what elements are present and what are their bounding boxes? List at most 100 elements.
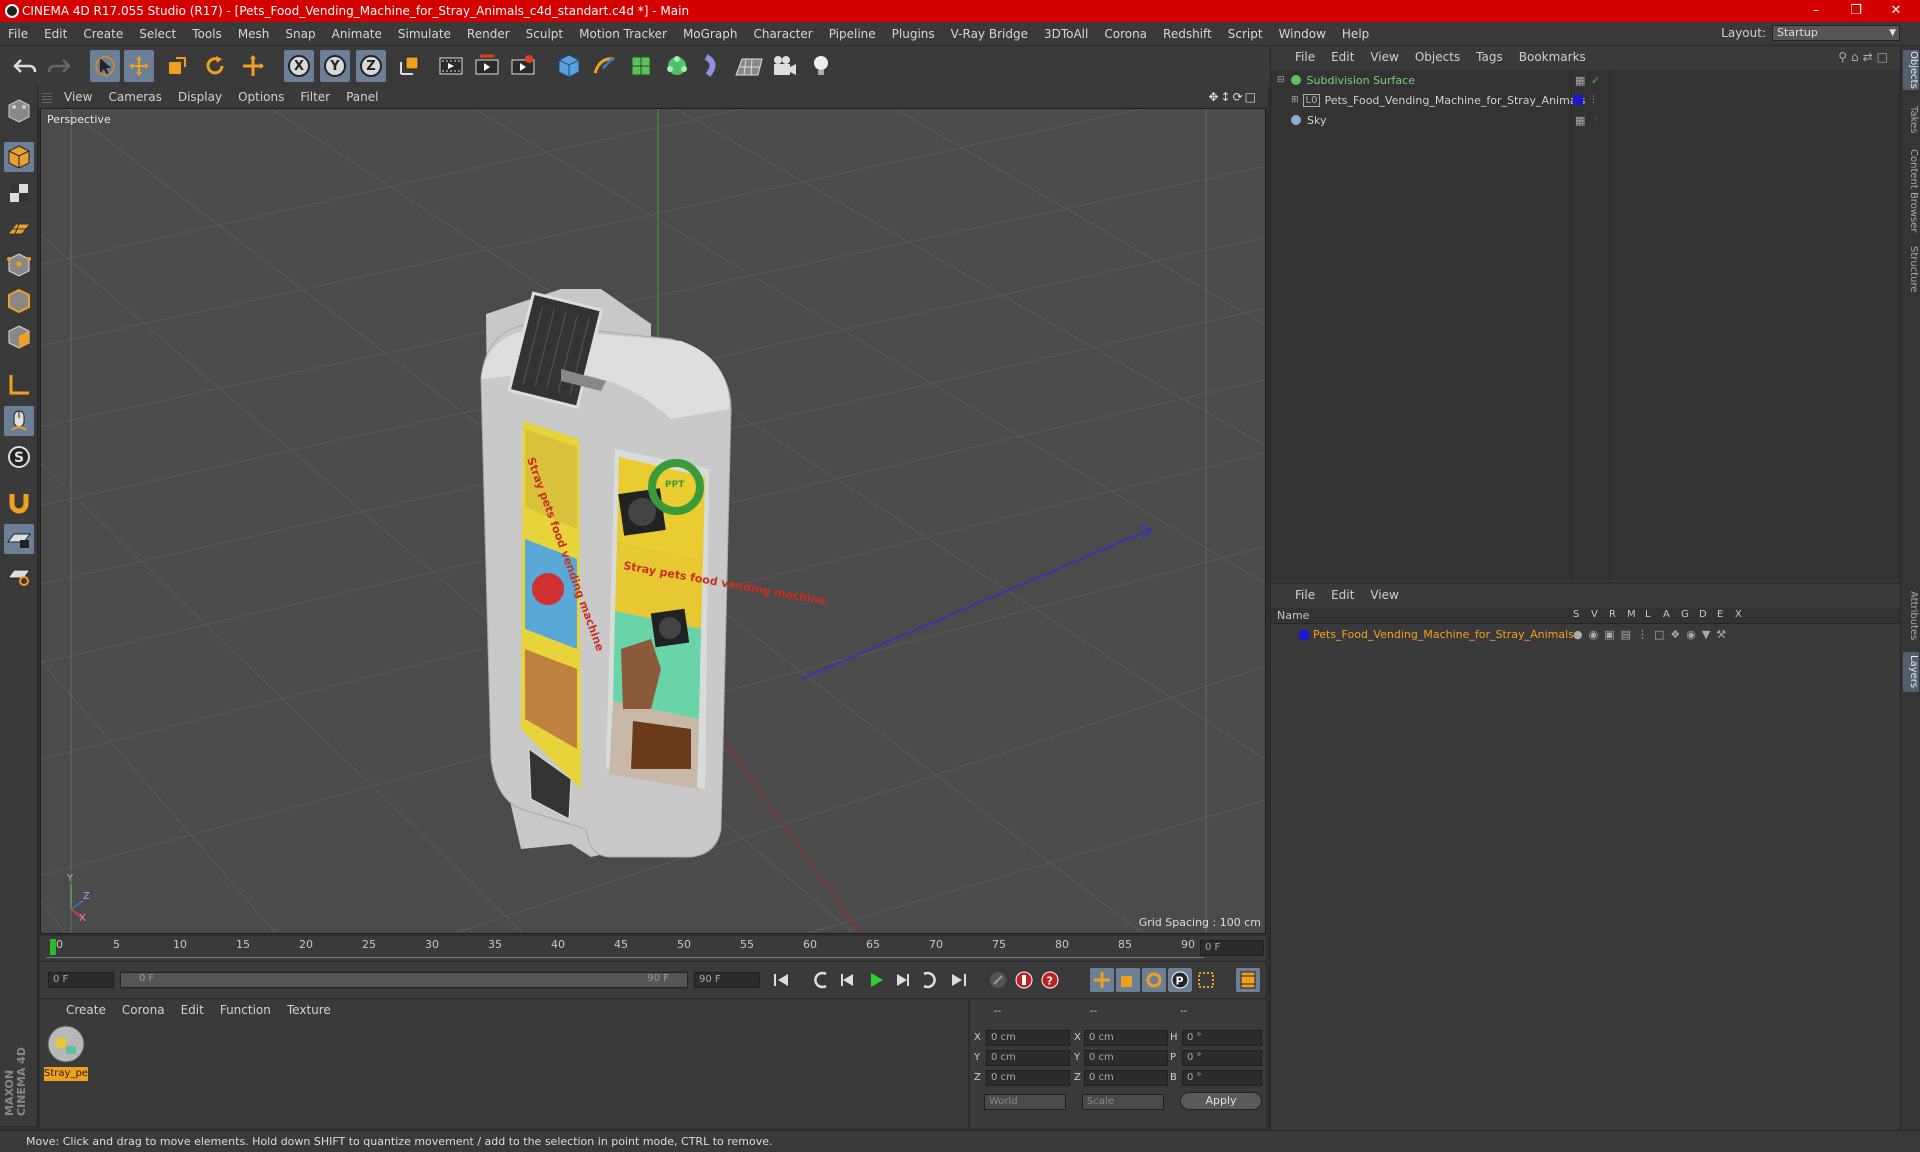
vending-machine-model[interactable]: Stray pets food vending machine Stray pe… [480,289,827,858]
apply-button[interactable]: Apply [1180,1092,1262,1110]
menu-edit[interactable]: Edit [36,27,75,41]
visibility-dots-icon[interactable]: ⋮ [1589,95,1598,105]
pos-z-field[interactable]: 0 cm [986,1070,1070,1086]
planar-workplane-icon[interactable] [4,560,34,590]
menu-character[interactable]: Character [745,27,820,41]
previous-frame-icon[interactable] [836,968,860,992]
undo-icon[interactable] [10,50,40,82]
material-menu-texture[interactable]: Texture [279,1003,339,1017]
subdivision-surface-icon[interactable] [626,50,656,82]
menu-3dtoall[interactable]: 3DToAll [1036,27,1096,41]
layer-flag-icons[interactable]: ●◉▣▤⋮□❖◉▼⚒ [1573,628,1732,641]
menu-file[interactable]: File [0,27,36,41]
timeline-window-icon[interactable] [1236,968,1260,992]
menu-window[interactable]: Window [1271,27,1334,41]
key-rotation-icon[interactable] [1142,968,1166,992]
viewport-nav-icons[interactable]: ✥↕⟳□ [1208,90,1258,104]
y-axis-lock-icon[interactable]: Y [320,50,350,82]
menu-sculpt[interactable]: Sculpt [518,27,571,41]
polygons-mode-icon[interactable] [4,322,34,352]
render-view-icon[interactable] [436,50,466,82]
om-menu-file[interactable]: File [1287,50,1323,64]
menu-pipeline[interactable]: Pipeline [821,27,884,41]
viewport-menu-view[interactable]: View [56,90,100,104]
om-menu-view[interactable]: View [1362,50,1406,64]
model-mode-icon[interactable] [4,142,34,172]
coordinate-system-icon[interactable] [394,50,424,82]
tweak-mode-icon[interactable] [4,406,34,436]
make-editable-icon[interactable] [4,96,34,126]
menu-animate[interactable]: Animate [324,27,390,41]
cloner-icon[interactable] [662,50,692,82]
object-row-subdivision-surface[interactable]: ⊟ Subdivision Surface ▦ ✓ [1273,70,1600,90]
viewport-menu-options[interactable]: Options [230,90,292,104]
layout-select[interactable]: Startup ▼ [1772,25,1900,41]
rot-b-field[interactable]: 0 ° [1182,1070,1262,1086]
material-swatch[interactable]: Stray_pe [44,1024,88,1081]
tab-takes[interactable]: Takes [1903,102,1919,138]
cube-object-icon[interactable] [554,50,584,82]
motion-record-icon[interactable] [986,968,1010,992]
scale-icon[interactable] [162,50,192,82]
key-parameter-icon[interactable]: P [1168,968,1192,992]
deformer-icon[interactable] [698,50,728,82]
viewport-menu-display[interactable]: Display [170,90,230,104]
om-menu-edit[interactable]: Edit [1323,50,1362,64]
record-active-objects-icon[interactable] [1012,968,1036,992]
menu-snap[interactable]: Snap [277,27,323,41]
texture-mode-icon[interactable] [4,178,34,208]
layer-name[interactable]: Pets_Food_Vending_Machine_for_Stray_Anim… [1313,628,1574,641]
menu-mograph[interactable]: MoGraph [675,27,746,41]
tab-attributes[interactable]: Attributes [1903,586,1919,646]
om-menu-bookmarks[interactable]: Bookmarks [1511,50,1594,64]
tab-layers[interactable]: Layers [1903,652,1919,692]
pos-y-field[interactable]: 0 cm [986,1050,1070,1066]
menu-motion-tracker[interactable]: Motion Tracker [571,27,675,41]
render-settings-icon[interactable] [508,50,538,82]
next-keyframe-icon[interactable] [916,968,940,992]
visibility-toggle-icon[interactable]: ▦ [1575,74,1585,87]
key-scale-icon[interactable] [1116,968,1140,992]
om-search-home-icons[interactable]: ⚲⌂⇄□ [1838,50,1892,64]
lm-menu-view[interactable]: View [1362,588,1406,602]
menu-help[interactable]: Help [1334,27,1377,41]
select-arrow-icon[interactable] [90,50,120,82]
snap-icon[interactable]: S [4,442,34,472]
menu-redshift[interactable]: Redshift [1155,27,1220,41]
lm-menu-edit[interactable]: Edit [1323,588,1362,602]
menu-mesh[interactable]: Mesh [230,27,278,41]
spline-pen-icon[interactable] [590,50,620,82]
autokeying-icon[interactable]: ? [1038,968,1062,992]
z-axis-lock-icon[interactable]: Z [356,50,386,82]
rot-p-field[interactable]: 0 ° [1182,1050,1262,1066]
perspective-viewport[interactable]: Stray pets food vending machine Stray pe… [40,108,1266,934]
enabled-check-icon[interactable]: ✓ [1591,74,1600,87]
move-icon[interactable] [124,50,154,82]
render-picture-viewer-icon[interactable] [472,50,502,82]
rot-h-field[interactable]: 0 ° [1182,1030,1262,1046]
floor-grid-icon[interactable] [734,50,764,82]
go-to-end-icon[interactable] [946,968,970,992]
size-mode-select[interactable]: Scale [1082,1094,1164,1110]
camera-icon[interactable] [770,50,800,82]
menu-corona[interactable]: Corona [1096,27,1155,41]
material-menu-corona[interactable]: Corona [114,1003,173,1017]
points-mode-icon[interactable] [4,250,34,280]
x-axis-lock-icon[interactable]: X [284,50,314,82]
workplane-mode-icon[interactable] [4,214,34,244]
tab-objects[interactable]: Objects [1903,50,1919,90]
minimize-button[interactable]: – [1796,0,1836,22]
key-position-icon[interactable] [1090,968,1114,992]
visibility-toggle-icon[interactable]: ▦ [1575,114,1585,127]
end-frame-field[interactable]: 90 F [694,972,760,988]
material-menu-edit[interactable]: Edit [173,1003,212,1017]
size-y-field[interactable]: 0 cm [1084,1050,1168,1066]
menu-select[interactable]: Select [131,27,184,41]
expand-icon[interactable]: ⊟ [1277,75,1285,85]
transform-icon[interactable] [238,50,268,82]
size-z-field[interactable]: 0 cm [1084,1070,1168,1086]
coordinate-mode-select[interactable]: World [984,1094,1066,1110]
material-menu-create[interactable]: Create [58,1003,114,1017]
edges-mode-icon[interactable] [4,286,34,316]
rotate-icon[interactable] [200,50,230,82]
